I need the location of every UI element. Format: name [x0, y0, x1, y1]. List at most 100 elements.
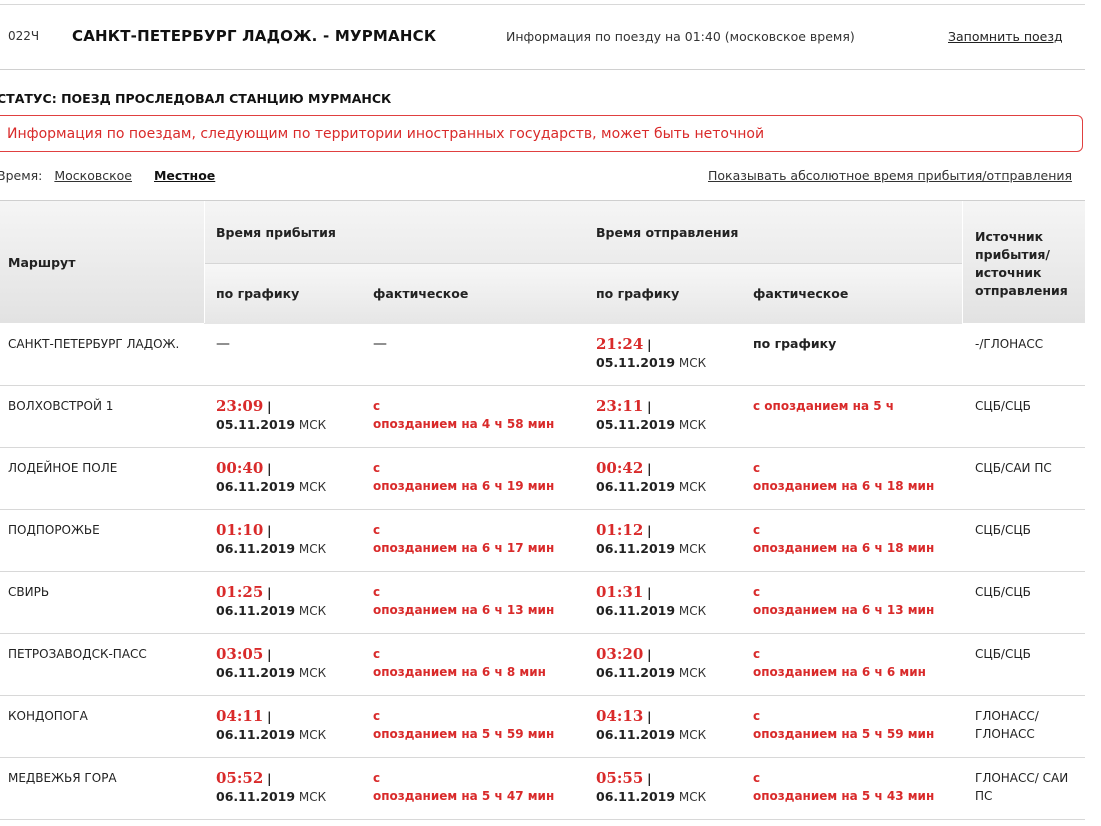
departure-scheduled: 00:42 | 06.11.2019 МСК [596, 459, 706, 496]
departure-delay: опозданием на 6 ч 18 мин [753, 541, 935, 555]
arrival-delay-prefix: с [373, 523, 381, 537]
table-row: ПЕТРОЗАВОДСК-ПАСС 03:05 | 06.11.2019 МСК с о… [0, 633, 1085, 696]
arrival-scheduled: — [216, 336, 230, 352]
data-source: СЦБ/СЦБ [975, 585, 1031, 599]
train-route: САНКТ-ПЕТЕРБУРГ ЛАДОЖ. - МУРМАНСК [72, 27, 437, 45]
arrival-timezone: МСК [298, 666, 327, 680]
separator: | [647, 710, 652, 724]
arrival-date: 06.11.2019 [216, 665, 296, 680]
train-info-time: Информация по поезду на 01:40 (московско… [506, 29, 855, 44]
departure-scheduled: 01:12 | 06.11.2019 МСК [596, 521, 706, 558]
departure-delay-prefix: с [753, 709, 761, 723]
arrival-delay-prefix: с [373, 647, 381, 661]
arrival-timezone: МСК [298, 480, 327, 494]
table-row: КОНДОПОГА 04:11 | 06.11.2019 МСК с опоздание… [0, 695, 1085, 758]
departure-date: 06.11.2019 [596, 727, 676, 742]
departure-timezone: МСК [678, 418, 707, 432]
data-source: СЦБ/СЦБ [975, 647, 1031, 661]
arrival-time: 01:10 [216, 521, 264, 539]
departure-scheduled: 04:13 | 06.11.2019 МСК [596, 707, 706, 744]
arrival-time: 00:40 [216, 459, 264, 477]
separator: | [647, 772, 652, 786]
station-name: ВОЛХОВСТРОЙ 1 [8, 399, 114, 413]
arrival-delay-prefix: с [373, 709, 381, 723]
departure-actual: с опозданием на 6 ч 18 мин [753, 459, 934, 495]
arrival-time: 01:25 [216, 583, 264, 601]
station-name: СВИРЬ [8, 585, 50, 599]
data-source: ГЛОНАСС/ ГЛОНАСС [975, 709, 1039, 741]
separator: | [647, 400, 652, 414]
data-source: СЦБ/СЦБ [975, 523, 1031, 537]
arrival-time: 04:11 [216, 707, 264, 725]
data-source: ГЛОНАСС/ САИ ПС [975, 771, 1069, 803]
departure-date: 06.11.2019 [596, 603, 676, 618]
departure-scheduled: 05:55 | 06.11.2019 МСК [596, 769, 706, 806]
departure-timezone: МСК [678, 604, 707, 618]
train-status: СТАТУС: ПОЕЗД ПРОСЛЕДОВАЛ СТАНЦИЮ МУРМАН… [0, 91, 392, 106]
arrival-scheduled: 03:05 | 06.11.2019 МСК [216, 645, 326, 682]
table-row: САНКТ-ПЕТЕРБУРГ ЛАДОЖ. — — 21:24 | 05.11.201… [0, 323, 1085, 386]
separator: | [647, 586, 652, 600]
departure-timezone: МСК [678, 666, 707, 680]
departure-time: 01:31 [596, 583, 644, 601]
arrival-actual: с опозданием на 6 ч 8 мин [373, 645, 546, 681]
departure-time: 00:42 [596, 459, 644, 477]
arrival-delay: опозданием на 6 ч 13 мин [373, 603, 555, 617]
separator: | [647, 524, 652, 538]
table-row: МЕДВЕЖЬЯ ГОРА 05:52 | 06.11.2019 МСК с опозд… [0, 757, 1085, 820]
time-option-local[interactable]: Местное [154, 168, 215, 183]
departure-scheduled: 23:11 | 05.11.2019 МСК [596, 397, 706, 434]
arrival-timezone: МСК [298, 418, 327, 432]
departure-time: 23:11 [596, 397, 644, 415]
data-source: -/ГЛОНАСС [975, 337, 1044, 351]
departure-timezone: МСК [678, 728, 707, 742]
departure-date: 05.11.2019 [596, 417, 676, 432]
time-label: Время: [0, 168, 43, 183]
header-arrival-scheduled: по графику [216, 286, 300, 301]
station-name: ЛОДЕЙНОЕ ПОЛЕ [8, 461, 118, 475]
arrival-timezone: МСК [298, 728, 327, 742]
departure-time: 03:20 [596, 645, 644, 663]
data-source: СЦБ/САИ ПС [975, 461, 1052, 475]
station-name: МЕДВЕЖЬЯ ГОРА [8, 771, 117, 785]
departure-actual: с опозданием на 5 ч [753, 399, 894, 413]
arrival-time: 23:09 [216, 397, 264, 415]
arrival-delay: опозданием на 5 ч 47 мин [373, 789, 555, 803]
header-arrival: Время прибытия [216, 225, 336, 240]
header-departure-actual: фактическое [753, 286, 849, 301]
departure-timezone: МСК [678, 356, 707, 370]
separator: | [267, 462, 272, 476]
departure-scheduled: 01:31 | 06.11.2019 МСК [596, 583, 706, 620]
absolute-time-link[interactable]: Показывать абсолютное время прибытия/отп… [708, 168, 1072, 183]
remember-train-link[interactable]: Запомнить поезд [948, 29, 1063, 44]
arrival-actual: с опозданием на 5 ч 59 мин [373, 707, 554, 743]
arrival-actual: с опозданием на 6 ч 13 мин [373, 583, 554, 619]
separator: | [267, 648, 272, 662]
arrival-time: 05:52 [216, 769, 264, 787]
arrival-delay: опозданием на 5 ч 59 мин [373, 727, 555, 741]
arrival-delay-prefix: с [373, 399, 381, 413]
station-name: ПЕТРОЗАВОДСК-ПАСС [8, 647, 147, 661]
table-row: ВОЛХОВСТРОЙ 1 23:09 | 05.11.2019 МСК с опозд… [0, 385, 1085, 448]
header-source: Источник прибытия/ источник отправления [975, 229, 1068, 298]
arrival-scheduled: 01:10 | 06.11.2019 МСК [216, 521, 326, 558]
station-name: САНКТ-ПЕТЕРБУРГ ЛАДОЖ. [8, 337, 180, 351]
arrival-scheduled: 04:11 | 06.11.2019 МСК [216, 707, 326, 744]
column-divider [204, 201, 205, 323]
time-option-moscow[interactable]: Московское [54, 168, 132, 183]
departure-actual: с опозданием на 5 ч 59 мин [753, 707, 934, 743]
departure-time: 21:24 [596, 335, 644, 353]
table-header: Маршрут Время прибытия Время отправления… [0, 200, 1085, 324]
arrival-scheduled: 23:09 | 05.11.2019 МСК [216, 397, 326, 434]
departure-delay-prefix: с [753, 523, 761, 537]
data-source: СЦБ/СЦБ [975, 399, 1031, 413]
departure-scheduled: 21:24 | 05.11.2019 МСК [596, 335, 706, 372]
departure-delay: опозданием на 6 ч 18 мин [753, 479, 935, 493]
departure-delay: опозданием на 5 ч 59 мин [753, 727, 935, 741]
station-name: ПОДПОРОЖЬЕ [8, 523, 100, 537]
departure-time: 04:13 [596, 707, 644, 725]
departure-actual: с опозданием на 6 ч 6 мин [753, 645, 926, 681]
separator: | [647, 338, 652, 352]
arrival-date: 06.11.2019 [216, 727, 296, 742]
arrival-scheduled: 01:25 | 06.11.2019 МСК [216, 583, 326, 620]
